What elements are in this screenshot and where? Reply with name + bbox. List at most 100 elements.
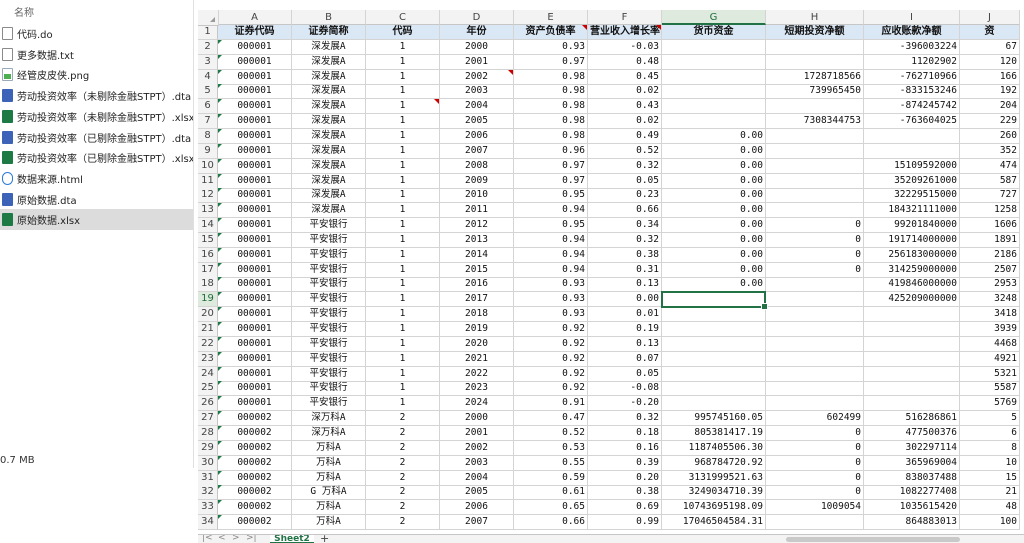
table-cell[interactable]: 平安银行 xyxy=(292,381,366,397)
row-header[interactable]: 20 xyxy=(198,307,218,323)
table-cell[interactable]: 0.97 xyxy=(514,54,588,70)
table-cell[interactable]: 0.00 xyxy=(662,218,766,234)
table-cell[interactable]: 1035615420 xyxy=(864,500,960,516)
table-cell[interactable]: 1 xyxy=(366,292,440,308)
table-cell[interactable]: 0.00 xyxy=(662,188,766,204)
last-sheet-button[interactable]: >| xyxy=(246,535,257,543)
table-cell[interactable]: 805381417.19 xyxy=(662,425,766,441)
table-cell[interactable]: 1 xyxy=(366,381,440,397)
table-cell[interactable]: 0.00 xyxy=(662,203,766,219)
table-cell[interactable]: 2016 xyxy=(440,277,514,293)
column-header-f[interactable]: F xyxy=(588,10,662,25)
table-cell[interactable]: 1 xyxy=(366,218,440,234)
table-cell[interactable]: 314259000000 xyxy=(864,262,960,278)
table-cell[interactable]: 0 xyxy=(766,247,864,263)
table-cell[interactable]: 4468 xyxy=(960,336,1020,352)
file-item[interactable]: 原始数据.xlsx xyxy=(0,209,193,231)
table-cell[interactable]: 0.13 xyxy=(588,336,662,352)
table-cell[interactable]: 000001 xyxy=(218,188,292,204)
table-cell[interactable]: 516286861 xyxy=(864,411,960,427)
table-cell[interactable]: 204 xyxy=(960,99,1020,115)
table-cell[interactable] xyxy=(864,351,960,367)
row-header[interactable]: 33 xyxy=(198,500,218,516)
table-cell[interactable] xyxy=(864,322,960,337)
sheet-tab-sheet2[interactable]: Sheet2 xyxy=(270,535,314,543)
table-cell[interactable] xyxy=(662,84,766,100)
table-cell[interactable]: 000001 xyxy=(218,232,292,248)
table-cell[interactable]: 1258 xyxy=(960,203,1020,219)
table-cell[interactable] xyxy=(864,307,960,323)
table-cell[interactable]: 0.92 xyxy=(514,336,588,352)
table-cell[interactable]: 4921 xyxy=(960,351,1020,367)
row-header[interactable]: 28 xyxy=(198,425,218,441)
table-cell[interactable]: 100 xyxy=(960,515,1020,531)
table-cell[interactable]: 0.95 xyxy=(514,188,588,204)
table-cell[interactable]: 0.32 xyxy=(588,232,662,248)
table-cell[interactable]: 000002 xyxy=(218,515,292,531)
table-cell[interactable]: 2001 xyxy=(440,425,514,441)
table-cell[interactable]: 000001 xyxy=(218,114,292,130)
table-cell[interactable]: 0.96 xyxy=(514,143,588,159)
table-cell[interactable] xyxy=(662,54,766,70)
table-cell[interactable]: 1 xyxy=(366,322,440,337)
table-cell[interactable]: 平安银行 xyxy=(292,218,366,234)
row-header[interactable]: 25 xyxy=(198,381,218,397)
file-item[interactable]: 原始数据.dta xyxy=(0,189,193,210)
table-cell[interactable]: 0.00 xyxy=(662,262,766,278)
table-cell[interactable] xyxy=(662,351,766,367)
table-cell[interactable]: 21 xyxy=(960,485,1020,501)
table-cell[interactable]: 0.00 xyxy=(662,128,766,144)
table-cell[interactable]: 0.98 xyxy=(514,99,588,115)
table-cell[interactable]: 万科A xyxy=(292,515,366,531)
horizontal-scrollbar[interactable] xyxy=(786,537,960,542)
row-header[interactable]: 3 xyxy=(198,54,218,70)
table-cell[interactable]: 0.92 xyxy=(514,381,588,397)
table-cell[interactable] xyxy=(766,143,864,159)
table-cell[interactable]: 平安银行 xyxy=(292,336,366,352)
table-cell[interactable]: 平安银行 xyxy=(292,366,366,382)
table-cell[interactable]: 229 xyxy=(960,114,1020,130)
table-cell[interactable]: 万科A xyxy=(292,500,366,516)
table-cell[interactable]: 17046504584.31 xyxy=(662,515,766,531)
table-cell[interactable]: 000002 xyxy=(218,470,292,486)
table-cell[interactable]: 0.05 xyxy=(588,173,662,189)
table-cell[interactable]: 0.39 xyxy=(588,455,662,471)
table-cell[interactable]: 万科A xyxy=(292,440,366,456)
table-cell[interactable]: 2011 xyxy=(440,203,514,219)
row-header[interactable]: 26 xyxy=(198,396,218,412)
table-cell[interactable] xyxy=(766,307,864,323)
table-cell[interactable]: 000001 xyxy=(218,381,292,397)
table-cell[interactable]: 5 xyxy=(960,411,1020,427)
table-cell[interactable]: 000001 xyxy=(218,54,292,70)
column-header-e[interactable]: E xyxy=(514,10,588,25)
table-cell[interactable]: 000001 xyxy=(218,322,292,337)
table-cell[interactable]: 2003 xyxy=(440,455,514,471)
table-cell[interactable]: 3248 xyxy=(960,292,1020,308)
column-title[interactable]: 资 xyxy=(960,25,1020,40)
column-title[interactable]: 短期投资净额 xyxy=(766,25,864,40)
table-cell[interactable] xyxy=(766,351,864,367)
table-cell[interactable]: 000001 xyxy=(218,262,292,278)
table-cell[interactable]: 平安银行 xyxy=(292,351,366,367)
table-cell[interactable]: -874245742 xyxy=(864,99,960,115)
table-cell[interactable]: 2008 xyxy=(440,158,514,174)
table-cell[interactable]: 1 xyxy=(366,366,440,382)
table-cell[interactable] xyxy=(766,515,864,531)
table-cell[interactable] xyxy=(662,69,766,85)
table-cell[interactable]: 15 xyxy=(960,470,1020,486)
table-cell[interactable]: 35209261000 xyxy=(864,173,960,189)
table-cell[interactable]: 256183000000 xyxy=(864,247,960,263)
table-cell[interactable]: 5769 xyxy=(960,396,1020,412)
table-cell[interactable] xyxy=(662,336,766,352)
table-cell[interactable]: 深发展A xyxy=(292,188,366,204)
table-cell[interactable]: 深发展A xyxy=(292,39,366,55)
table-cell[interactable]: 000002 xyxy=(218,500,292,516)
table-cell[interactable] xyxy=(864,381,960,397)
table-cell[interactable]: 260 xyxy=(960,128,1020,144)
table-cell[interactable]: 1 xyxy=(366,232,440,248)
table-cell[interactable]: 0.65 xyxy=(514,500,588,516)
table-cell[interactable]: 0.00 xyxy=(662,277,766,293)
table-cell[interactable]: 0.13 xyxy=(588,277,662,293)
column-title[interactable]: 证券代码 xyxy=(218,25,292,40)
table-cell[interactable]: 2024 xyxy=(440,396,514,412)
